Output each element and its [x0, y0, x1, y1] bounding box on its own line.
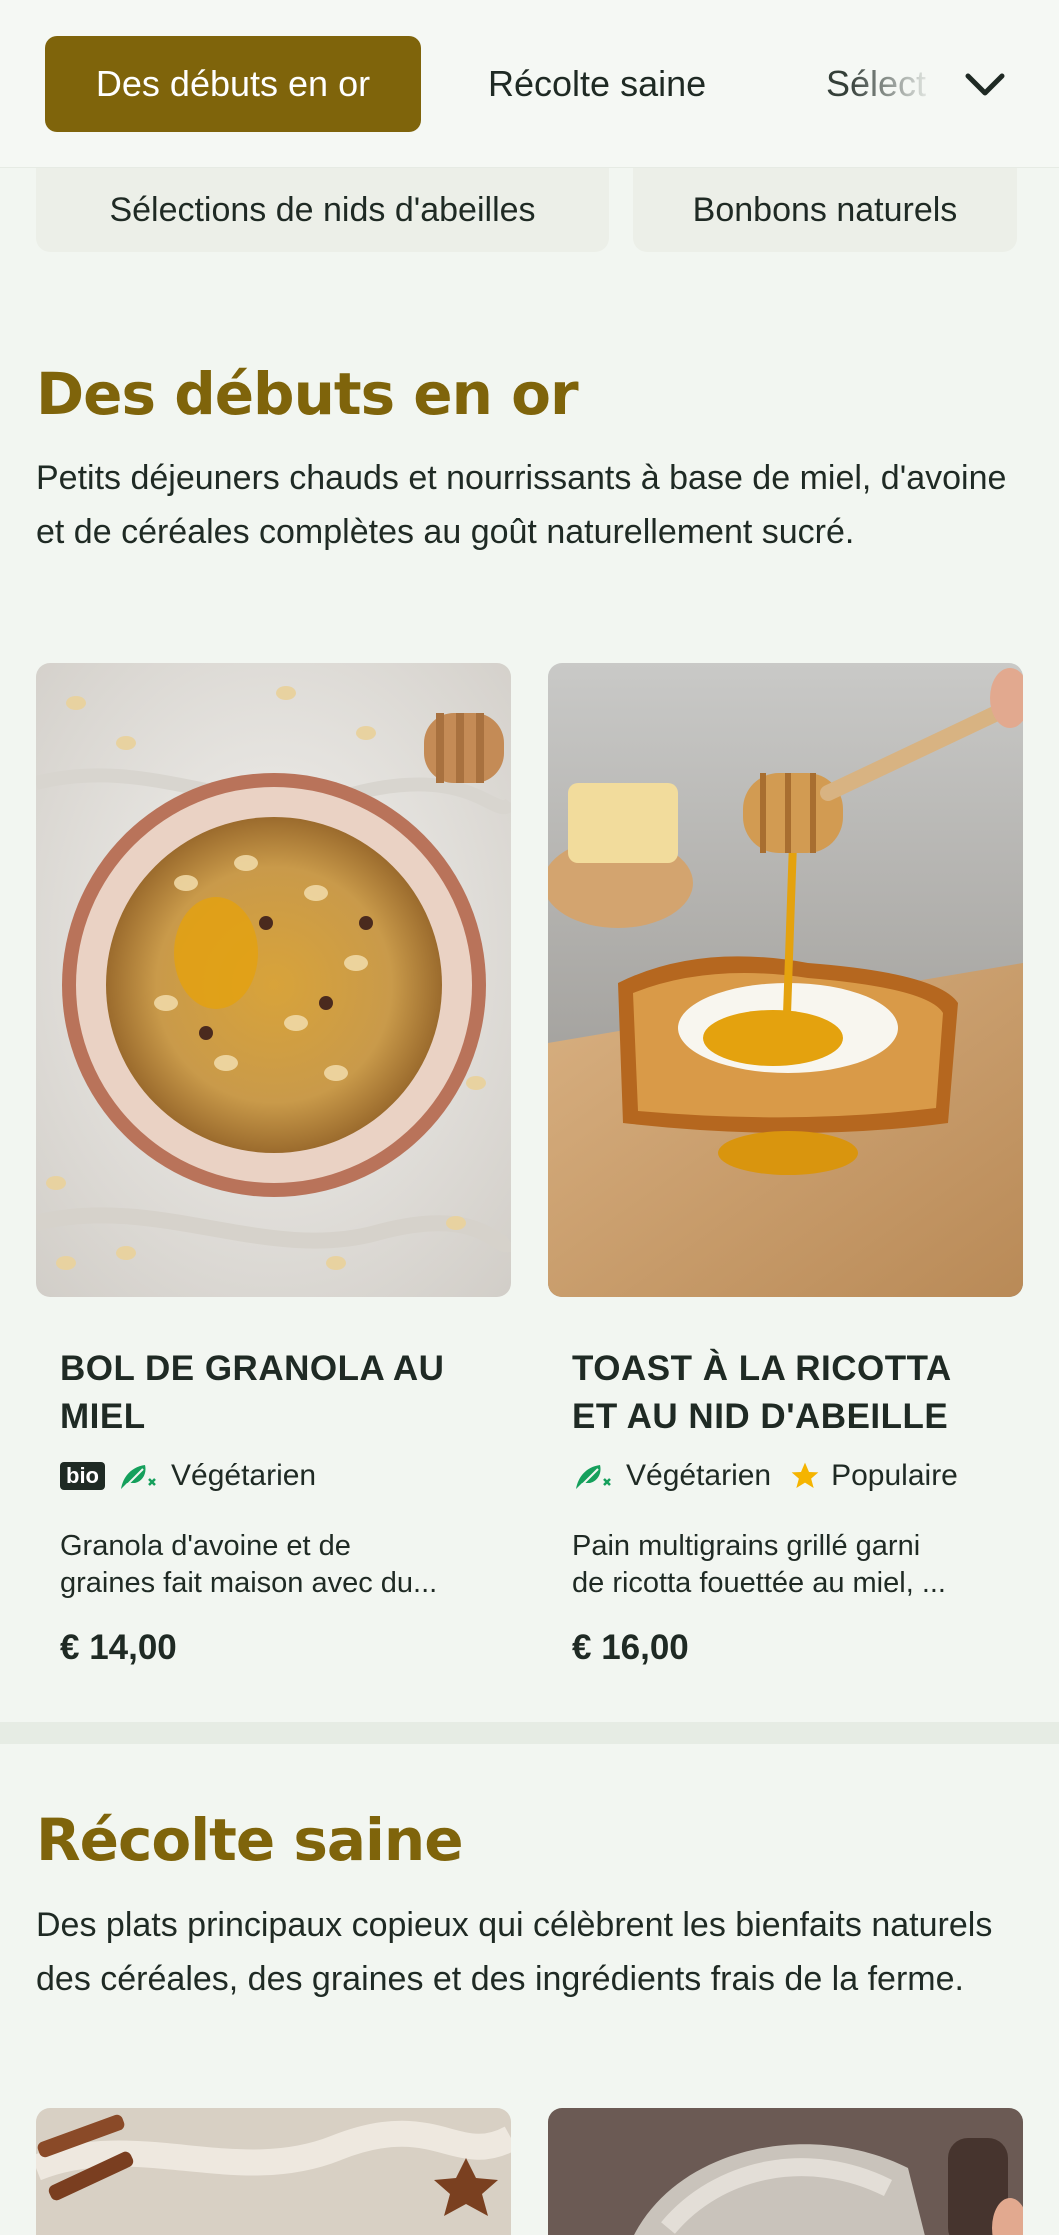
star-icon [791, 1462, 819, 1488]
granola-bowl-image[interactable] [36, 663, 511, 1297]
section-title: Des débuts en or [36, 360, 579, 428]
item-name[interactable]: TOAST À LA RICOTTA ET AU NID D'ABEILLE [572, 1345, 992, 1441]
item-tags: Végétarien Populaire [572, 1456, 958, 1496]
item-price: € 14,00 [60, 1628, 177, 1667]
bio-badge: bio [60, 1462, 105, 1490]
ricotta-toast-image[interactable] [548, 663, 1023, 1297]
chip-bonbons-naturels[interactable]: Bonbons naturels [633, 168, 1017, 252]
tab-selections[interactable]: Sélect [826, 36, 936, 132]
dish-image[interactable] [36, 2108, 511, 2235]
category-nav: Des débuts en or Récolte saine Sélect [0, 0, 1059, 168]
section-title: Récolte saine [36, 1806, 464, 1874]
tab-des-debuts-en-or[interactable]: Des débuts en or [45, 36, 421, 132]
item-price: € 16,00 [572, 1628, 689, 1667]
chevron-down-icon[interactable] [960, 60, 1010, 110]
item-name[interactable]: BOL DE GRANOLA AU MIEL [60, 1345, 480, 1441]
item-description: Pain multigrains grillé garni de ricotta… [572, 1530, 946, 1599]
section-divider [0, 1722, 1059, 1744]
tab-recolte-saine[interactable]: Récolte saine [488, 36, 706, 132]
tag-label: Végétarien [171, 1459, 317, 1492]
section-description: Petits déjeuners chauds et nourrissants … [36, 459, 1007, 551]
dish-image[interactable] [548, 2108, 1023, 2235]
vegetarian-icon [576, 1465, 611, 1489]
tag-label: Végétarien [626, 1459, 772, 1492]
chip-selections-nids-abeilles[interactable]: Sélections de nids d'abeilles [36, 168, 609, 252]
item-tags: bio Végétarien [60, 1456, 316, 1496]
section-description: Des plats principaux copieux qui célèbre… [36, 1906, 993, 1998]
tag-label: Populaire [831, 1459, 958, 1492]
item-description: Granola d'avoine et de graines fait mais… [60, 1530, 438, 1599]
vegetarian-icon [121, 1465, 156, 1489]
